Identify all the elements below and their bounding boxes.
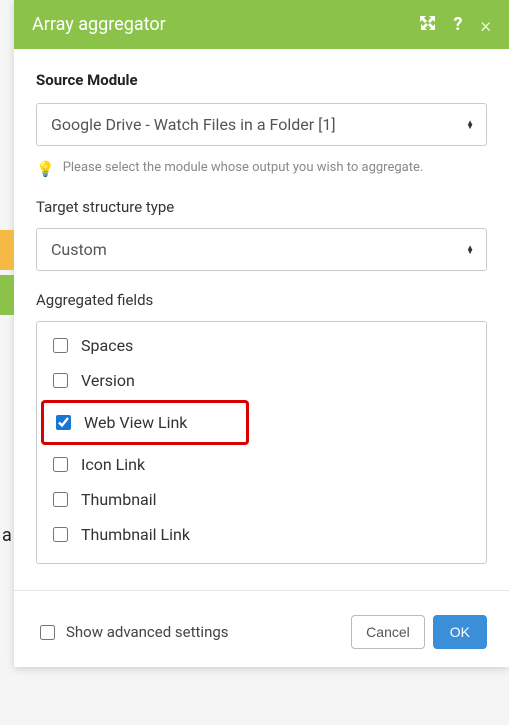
field-checkbox[interactable]	[53, 373, 68, 388]
panel-header: Array aggregator ? ×	[14, 0, 509, 49]
show-advanced-toggle[interactable]: Show advanced settings	[36, 622, 229, 643]
ok-button[interactable]: OK	[433, 615, 487, 649]
field-label: Web View Link	[84, 413, 187, 432]
aggregated-fields-label: Aggregated fields	[36, 291, 487, 309]
show-advanced-checkbox[interactable]	[40, 625, 55, 640]
side-letter: a	[2, 525, 16, 565]
field-row[interactable]: Thumbnail	[41, 482, 482, 517]
expand-icon[interactable]	[420, 15, 436, 35]
left-edge-tabs: a	[0, 0, 14, 725]
field-row[interactable]: Web View Link	[44, 405, 246, 440]
cancel-button[interactable]: Cancel	[351, 615, 425, 649]
source-module-select[interactable]: Google Drive - Watch Files in a Folder […	[36, 103, 487, 146]
side-tab-green[interactable]	[0, 275, 14, 315]
source-module-value: Google Drive - Watch Files in a Folder […	[51, 115, 336, 134]
close-icon[interactable]: ×	[481, 15, 491, 35]
field-row[interactable]: Icon Link	[41, 447, 482, 482]
field-label: Spaces	[81, 336, 133, 355]
field-checkbox[interactable]	[53, 492, 68, 507]
hint-text: Please select the module whose output yo…	[63, 160, 424, 175]
field-label: Version	[81, 371, 135, 390]
chevron-updown-icon	[466, 246, 474, 254]
target-type-label: Target structure type	[36, 198, 487, 216]
source-module-hint: 💡 Please select the module whose output …	[36, 160, 487, 178]
field-label: Thumbnail Link	[81, 525, 190, 544]
field-checkbox[interactable]	[53, 527, 68, 542]
field-checkbox[interactable]	[53, 338, 68, 353]
help-icon[interactable]: ?	[454, 16, 463, 34]
field-row[interactable]: Thumbnail Link	[41, 517, 482, 552]
field-label: Icon Link	[81, 455, 145, 474]
side-tab-orange[interactable]	[0, 230, 14, 270]
panel-title: Array aggregator	[32, 14, 166, 35]
source-module-label: Source Module	[36, 71, 487, 89]
target-type-value: Custom	[51, 240, 107, 259]
field-row[interactable]: Spaces	[41, 328, 482, 363]
field-checkbox[interactable]	[56, 415, 71, 430]
field-label: Thumbnail	[81, 490, 157, 509]
aggregated-fields-list[interactable]: Spaces Version Web View Link Icon Link Thumb…	[36, 321, 487, 564]
field-checkbox[interactable]	[53, 457, 68, 472]
chevron-updown-icon	[466, 121, 474, 129]
target-type-select[interactable]: Custom	[36, 228, 487, 271]
show-advanced-label: Show advanced settings	[66, 623, 229, 641]
divider	[14, 590, 509, 591]
highlight-box: Web View Link	[41, 400, 249, 445]
lightbulb-icon: 💡	[36, 160, 55, 178]
field-row[interactable]: Version	[41, 363, 482, 398]
